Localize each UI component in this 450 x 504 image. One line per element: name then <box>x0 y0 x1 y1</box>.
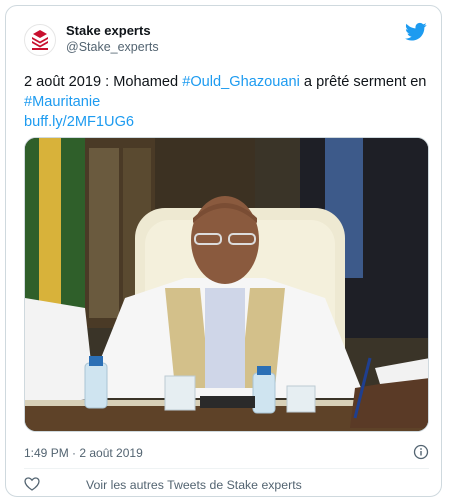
tweet-text-middle: a prêté serment en <box>299 74 427 90</box>
hashtag-ould-ghazouani[interactable]: #Ould_Ghazouani <box>182 74 300 90</box>
info-icon[interactable] <box>413 444 429 460</box>
tweet-photo[interactable] <box>24 137 429 432</box>
twitter-bird-icon[interactable] <box>405 22 427 42</box>
heart-icon[interactable] <box>24 476 40 492</box>
avatar[interactable] <box>24 24 56 56</box>
tweet-meta: 1:49 PM · 2 août 2019 <box>24 444 429 462</box>
tweet-header: Stake experts @Stake_experts <box>24 22 429 62</box>
tweet-text-prefix: 2 août 2019 : Mohamed <box>24 74 183 90</box>
author-display-name[interactable]: Stake experts <box>66 23 159 39</box>
tweet-timestamp[interactable]: 1:49 PM · 2 août 2019 <box>24 446 143 460</box>
tweet-link[interactable]: buff.ly/2MF1UG6 <box>24 114 134 130</box>
photo-ceremony-illustration <box>25 138 428 431</box>
tweet-text: 2 août 2019 : Mohamed #Ould_Ghazouani a … <box>24 72 429 132</box>
tweet-footer: Voir les autres Tweets de Stake experts <box>24 475 429 495</box>
author-handle[interactable]: @Stake_experts <box>66 39 159 55</box>
tweet-card: Stake experts @Stake_experts 2 août 2019… <box>5 5 442 497</box>
divider <box>24 468 429 469</box>
more-tweets-link[interactable]: Voir les autres Tweets de Stake experts <box>86 476 302 494</box>
hashtag-mauritanie[interactable]: #Mauritanie <box>24 94 100 110</box>
stake-experts-logo <box>32 30 48 50</box>
